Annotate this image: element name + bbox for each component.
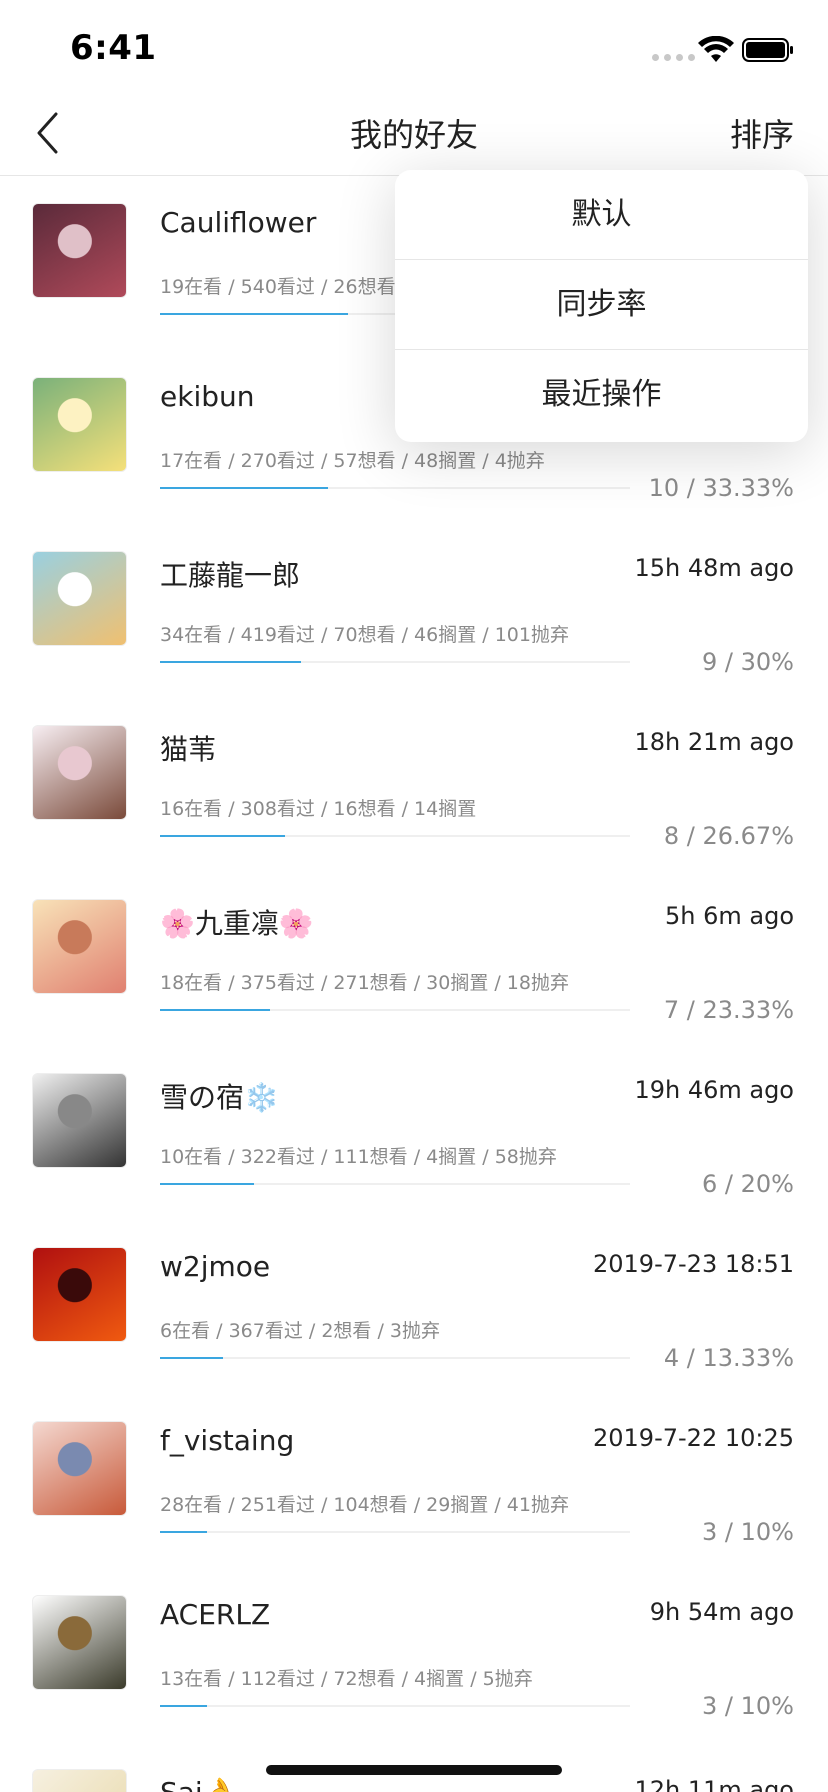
- sync-progress-track: [160, 661, 630, 663]
- last-active-time: 18h 21m ago: [634, 728, 794, 756]
- cellular-signal-icon: [652, 54, 695, 61]
- sync-progress-fill: [160, 1009, 270, 1011]
- sync-progress-track: [160, 835, 630, 837]
- sync-progress-track: [160, 1183, 630, 1185]
- sync-rate: 3 / 10%: [702, 1518, 794, 1546]
- friend-name: Sai👌: [160, 1776, 238, 1792]
- friend-name: 🌸九重凛🌸: [160, 907, 314, 940]
- sort-option-default[interactable]: 默认: [395, 170, 808, 260]
- sync-rate: 10 / 33.33%: [648, 474, 794, 502]
- sync-progress-track: [160, 1705, 630, 1707]
- avatar: [32, 551, 127, 646]
- watch-stats: 13在看 / 112看过 / 72想看 / 4搁置 / 5抛弃: [160, 1668, 533, 1690]
- avatar: [32, 1595, 127, 1690]
- last-active-time: 2019-7-22 10:25: [593, 1424, 794, 1452]
- sync-rate: 3 / 10%: [702, 1692, 794, 1720]
- sort-button[interactable]: 排序: [730, 110, 794, 156]
- friend-name: 雪の宿❄️: [160, 1081, 279, 1114]
- avatar: [32, 203, 127, 298]
- avatar: [32, 1769, 127, 1792]
- sync-rate: 6 / 20%: [702, 1170, 794, 1198]
- friend-name: f_vistaing: [160, 1424, 295, 1457]
- sync-rate: 4 / 13.33%: [663, 1344, 794, 1372]
- sync-rate: 7 / 23.33%: [663, 996, 794, 1024]
- sort-menu: 默认 同步率 最近操作: [395, 170, 808, 442]
- last-active-time: 9h 54m ago: [649, 1598, 794, 1626]
- avatar: [32, 1421, 127, 1516]
- friend-row[interactable]: ACERLZ 9h 54m ago 13在看 / 112看过 / 72想看 / …: [0, 1568, 828, 1742]
- sync-progress-fill: [160, 1183, 254, 1185]
- sync-progress-fill: [160, 1705, 207, 1707]
- watch-stats: 19在看 / 540看过 / 26想看: [160, 276, 396, 298]
- watch-stats: 18在看 / 375看过 / 271想看 / 30搁置 / 18抛弃: [160, 972, 569, 994]
- sort-option-recent-activity[interactable]: 最近操作: [395, 350, 808, 440]
- wifi-icon: [698, 36, 734, 62]
- sync-progress-fill: [160, 1357, 223, 1359]
- status-time: 6:41: [70, 28, 157, 68]
- friend-name: Cauliflower: [160, 206, 317, 239]
- page-title: 我的好友: [349, 116, 478, 154]
- friend-name: 工藤龍一郎: [160, 559, 301, 592]
- avatar: [32, 1247, 127, 1342]
- sort-menu-arrow: [745, 156, 775, 171]
- sync-progress-fill: [160, 313, 348, 315]
- last-active-time: 19h 46m ago: [634, 1076, 794, 1104]
- watch-stats: 28在看 / 251看过 / 104想看 / 29搁置 / 41抛弃: [160, 1494, 569, 1516]
- friend-row[interactable]: 工藤龍一郎 15h 48m ago 34在看 / 419看过 / 70想看 / …: [0, 524, 828, 698]
- sync-progress-fill: [160, 835, 285, 837]
- watch-stats: 34在看 / 419看过 / 70想看 / 46搁置 / 101抛弃: [160, 624, 569, 646]
- battery-icon: [742, 38, 793, 62]
- nav-bar: 我的好友 排序: [0, 92, 828, 176]
- sync-progress-track: [160, 487, 630, 489]
- friend-row[interactable]: 🌸九重凛🌸 5h 6m ago 18在看 / 375看过 / 271想看 / 3…: [0, 872, 828, 1046]
- friend-row[interactable]: 猫苇 18h 21m ago 16在看 / 308看过 / 16想看 / 14搁…: [0, 698, 828, 872]
- avatar: [32, 725, 127, 820]
- friend-name: ekibun: [160, 380, 255, 413]
- status-bar: 6:41: [0, 0, 828, 92]
- last-active-time: 5h 6m ago: [664, 902, 794, 930]
- home-indicator: [266, 1765, 562, 1775]
- sync-progress-track: [160, 1357, 630, 1359]
- sync-progress-track: [160, 1009, 630, 1011]
- sort-option-sync-rate[interactable]: 同步率: [395, 260, 808, 350]
- sync-rate: 8 / 26.67%: [663, 822, 794, 850]
- friend-row[interactable]: w2jmoe 2019-7-23 18:51 6在看 / 367看过 / 2想看…: [0, 1220, 828, 1394]
- friend-row[interactable]: 雪の宿❄️ 19h 46m ago 10在看 / 322看过 / 111想看 /…: [0, 1046, 828, 1220]
- sync-progress-fill: [160, 487, 328, 489]
- friend-name: ACERLZ: [160, 1598, 271, 1631]
- last-active-time: 15h 48m ago: [634, 554, 794, 582]
- avatar: [32, 899, 127, 994]
- sync-progress-fill: [160, 1531, 207, 1533]
- sync-rate: 9 / 30%: [702, 648, 794, 676]
- friend-name: 猫苇: [160, 733, 217, 766]
- friend-name: w2jmoe: [160, 1250, 271, 1283]
- watch-stats: 6在看 / 367看过 / 2想看 / 3抛弃: [160, 1320, 440, 1342]
- watch-stats: 10在看 / 322看过 / 111想看 / 4搁置 / 58抛弃: [160, 1146, 557, 1168]
- avatar: [32, 1073, 127, 1168]
- last-active-time: 12h 11m ago: [634, 1776, 794, 1792]
- last-active-time: 2019-7-23 18:51: [593, 1250, 794, 1278]
- watch-stats: 16在看 / 308看过 / 16想看 / 14搁置: [160, 798, 477, 820]
- sync-progress-fill: [160, 661, 301, 663]
- sync-progress-track: [160, 1531, 630, 1533]
- friend-row[interactable]: f_vistaing 2019-7-22 10:25 28在看 / 251看过 …: [0, 1394, 828, 1568]
- watch-stats: 17在看 / 270看过 / 57想看 / 48搁置 / 4抛弃: [160, 450, 545, 472]
- avatar: [32, 377, 127, 472]
